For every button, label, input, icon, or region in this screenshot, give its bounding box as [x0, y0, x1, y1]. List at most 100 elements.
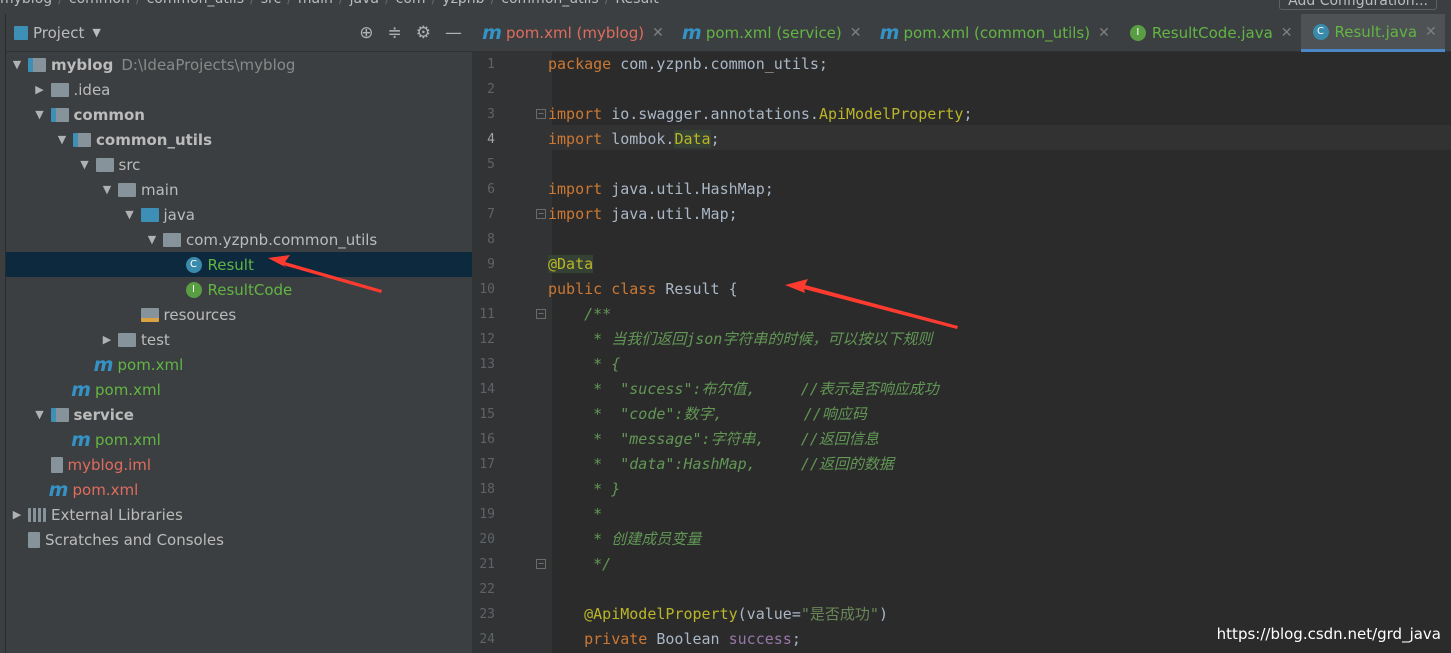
tree-item[interactable]: I ResultCode [6, 277, 472, 302]
breadcrumb-item[interactable]: common_utils [147, 0, 244, 7]
breadcrumb-item[interactable]: com [396, 0, 426, 7]
tab-pom-xml-common-utils-[interactable]: m pom.xml (common_utils) ✕ [870, 14, 1118, 52]
tree-item-label: pom.xml [117, 355, 184, 374]
tree-item[interactable]: ▼ main [6, 177, 472, 202]
tab-label: pom.xml (myblog) [506, 24, 645, 42]
tree-item[interactable]: ▼ service [6, 402, 472, 427]
tree-item-label: Result [207, 255, 254, 274]
project-view-selector[interactable]: Project [33, 24, 84, 42]
tree-item[interactable]: ▼ com.yzpnb.common_utils [6, 227, 472, 252]
tree-item[interactable]: m pom.xml [6, 377, 472, 402]
minimize-icon[interactable]: — [445, 23, 462, 43]
code-editor[interactable]: package com.yzpnb.common_utils; import i… [548, 52, 972, 652]
chevron-down-icon[interactable]: ▼ [100, 183, 114, 196]
chevron-right-icon[interactable]: ▶ [33, 83, 47, 96]
breadcrumb-item[interactable]: Result [615, 0, 658, 7]
code-line: /** [548, 302, 972, 327]
tree-item[interactable]: ▶ External Libraries [6, 502, 472, 527]
tree-item-label: myblog [51, 55, 114, 74]
tree-item[interactable]: m pom.xml [6, 477, 472, 502]
tree-item[interactable]: Scratches and Consoles [6, 527, 472, 552]
code-token: * "sucess":布尔值, //表示是否响应成功 [548, 380, 939, 398]
add-configuration-button[interactable]: Add Configuration... [1279, 0, 1437, 10]
breadcrumb-item[interactable]: main [298, 0, 333, 7]
breadcrumb-item[interactable]: src [261, 0, 281, 7]
close-icon[interactable]: ✕ [652, 25, 664, 41]
breadcrumb-separator: / [339, 0, 344, 7]
code-token: * "code":数字, //响应码 [548, 405, 867, 423]
code-token: * { [548, 355, 621, 373]
tree-item[interactable]: ▼ myblog D:\IdeaProjects\myblog [6, 52, 472, 77]
chevron-right-icon[interactable]: ▶ [10, 508, 24, 521]
collapse-icon[interactable]: ≑ [388, 23, 402, 43]
chevron-down-icon[interactable]: ▼ [123, 208, 137, 221]
tab-pom-xml-service-[interactable]: m pom.xml (service) ✕ [672, 14, 870, 52]
fold-marker-icon[interactable]: − [536, 559, 546, 569]
line-number: 21 [479, 557, 495, 572]
fold-marker-icon[interactable]: − [536, 109, 546, 119]
breadcrumb-item[interactable]: myblog [0, 0, 52, 7]
breadcrumb-item[interactable]: common_utils [501, 0, 598, 7]
tree-item-label: src [118, 155, 141, 174]
tree-item[interactable]: m pom.xml [6, 427, 472, 452]
code-token: ; [963, 105, 973, 123]
tree-item-path: D:\IdeaProjects\myblog [121, 55, 296, 74]
tree-item[interactable]: m pom.xml [6, 352, 472, 377]
tab-label: pom.xml (service) [705, 24, 842, 42]
tree-item[interactable]: myblog.iml [6, 452, 472, 477]
tree-item[interactable]: ▶ .idea [6, 77, 472, 102]
close-icon[interactable]: ✕ [1425, 24, 1437, 40]
gear-icon[interactable]: ⚙ [416, 23, 431, 43]
chevron-right-icon[interactable]: ▶ [100, 333, 114, 346]
tree-item[interactable]: ▼ common_utils [6, 127, 472, 152]
chevron-down-icon[interactable]: ▼ [10, 58, 24, 71]
tab-result-java[interactable]: C Result.java ✕ [1300, 14, 1445, 52]
chevron-down-icon[interactable]: ▼ [78, 158, 92, 171]
line-number: 18 [479, 482, 495, 497]
chevron-down-icon[interactable]: ▼ [33, 108, 47, 121]
folder-icon [95, 157, 114, 172]
line-number: 7 [487, 207, 495, 222]
code-line: * [548, 502, 972, 527]
breadcrumb-item[interactable]: java [350, 0, 379, 7]
close-icon[interactable]: ✕ [1098, 25, 1110, 41]
tree-item[interactable]: ▼ src [6, 152, 472, 177]
code-token: @ApiModelProperty [548, 605, 738, 623]
code-token: Result { [665, 280, 738, 298]
blue-folder-icon [140, 207, 159, 222]
line-number: 22 [479, 582, 495, 597]
code-token: * 创建成员变量 [548, 530, 702, 548]
breadcrumb-item[interactable]: yzpnb [442, 0, 484, 7]
resources-folder-icon [140, 307, 159, 322]
tab-resultcode-java[interactable]: I ResultCode.java ✕ [1118, 14, 1301, 52]
breadcrumb-separator: / [287, 0, 292, 7]
tree-item-label: test [141, 330, 170, 349]
code-line: * { [548, 352, 972, 377]
line-number: 3 [487, 107, 495, 122]
close-icon[interactable]: ✕ [850, 25, 862, 41]
fold-marker-icon[interactable]: − [536, 209, 546, 219]
project-icon [14, 25, 28, 40]
locate-icon[interactable]: ⊕ [359, 23, 373, 43]
tab-label: ResultCode.java [1151, 24, 1273, 42]
editor-tabs: m pom.xml (myblog) ✕ m pom.xml (service) ✕ m po… [472, 14, 1451, 52]
chevron-down-icon[interactable]: ▼ [145, 233, 159, 246]
tree-item[interactable]: resources [6, 302, 472, 327]
code-line: @Data [548, 252, 972, 277]
tree-item[interactable]: C Result [6, 252, 472, 277]
chevron-down-icon[interactable]: ▼ [55, 133, 69, 146]
breadcrumb-item[interactable]: common [69, 0, 130, 7]
close-icon[interactable]: ✕ [1281, 25, 1293, 41]
tree-item[interactable]: ▼ java [6, 202, 472, 227]
tab-pom-xml-myblog-[interactable]: m pom.xml (myblog) ✕ [472, 14, 672, 52]
code-line: * "data":HashMap, //返回的数据 [548, 452, 972, 477]
fold-marker-icon[interactable]: − [536, 309, 546, 319]
chevron-down-icon[interactable]: ▼ [33, 408, 47, 421]
tree-item[interactable]: ▶ test [6, 327, 472, 352]
tree-item[interactable]: ▼ common [6, 102, 472, 127]
chevron-down-icon[interactable]: ▼ [92, 26, 100, 39]
line-number: 14 [479, 382, 495, 397]
maven-icon: m [93, 353, 114, 376]
